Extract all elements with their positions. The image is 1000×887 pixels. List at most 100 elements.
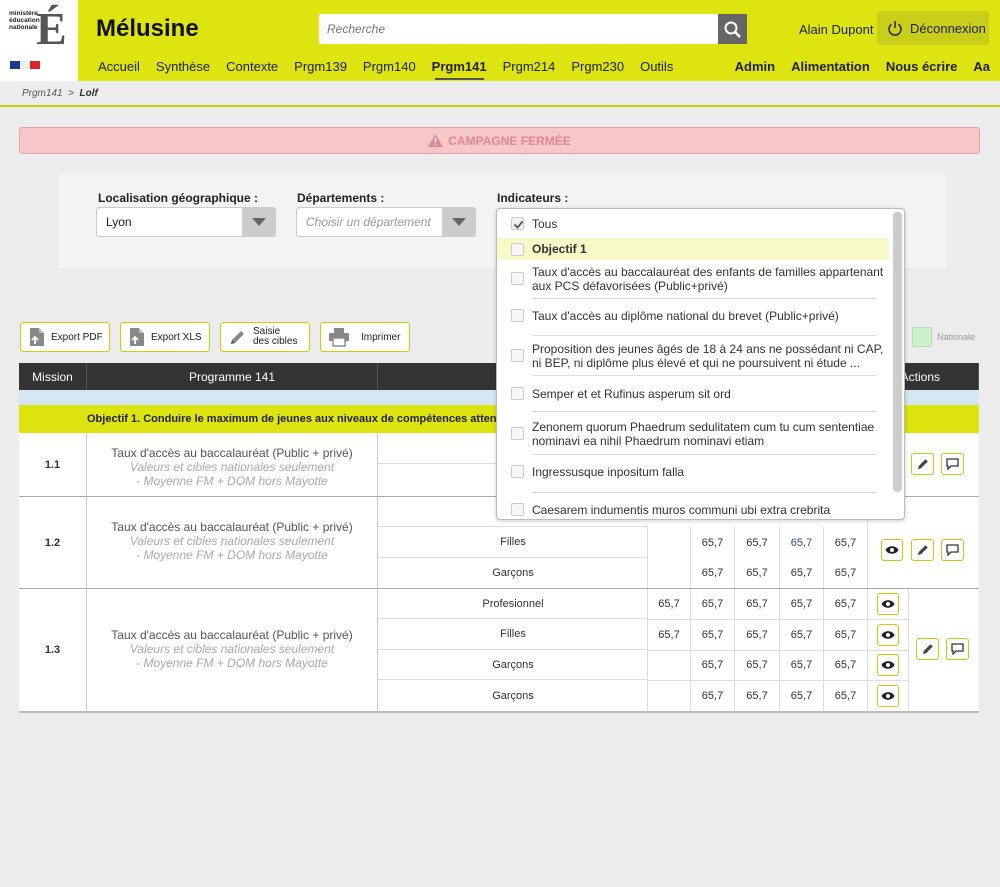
dropdown-option[interactable]: Zenonem quorum Phaedrum sedulitatem cum … — [497, 418, 889, 450]
value-cell: 65,7 — [746, 689, 768, 702]
nav-prgm139[interactable]: Prgm139 — [294, 59, 347, 80]
edit-button[interactable] — [911, 453, 934, 475]
search-icon — [724, 21, 741, 38]
value-cell: 65,7 — [790, 628, 813, 641]
dropdown-option[interactable]: Taux d'accès au diplôme national du brev… — [497, 305, 889, 327]
export-xls-button[interactable]: Export XLS — [120, 322, 210, 352]
checkbox-checked[interactable] — [511, 217, 524, 230]
divider — [867, 589, 868, 711]
nav-font-size[interactable]: Aa — [973, 59, 990, 74]
comment-button[interactable] — [941, 453, 964, 475]
pencil-icon — [231, 331, 244, 344]
printer-icon — [329, 328, 349, 347]
secondary-nav: Admin Alimentation Nous écrire Aa — [719, 59, 990, 74]
search-input[interactable] — [319, 14, 717, 44]
nav-prgm214[interactable]: Prgm214 — [503, 59, 556, 80]
row-id: 1.1 — [19, 433, 87, 496]
value-cell: 65,7 — [746, 598, 768, 610]
search-button[interactable] — [718, 14, 747, 44]
dropdown-option[interactable]: Taux d'accès au baccalauréat des enfants… — [497, 263, 889, 295]
warning-icon — [428, 134, 444, 147]
nav-synthese[interactable]: Synthèse — [156, 59, 210, 80]
eye-icon — [885, 546, 899, 554]
dropdown-option-tous[interactable]: Tous — [497, 213, 889, 235]
dropdown-option[interactable]: Caesarem indumentis muros communi ubi ex… — [497, 499, 889, 519]
divider — [532, 375, 877, 376]
value-cell: 65,7 — [790, 659, 813, 671]
value-cell: 65,7 — [746, 567, 768, 579]
nav-prgm230[interactable]: Prgm230 — [571, 59, 624, 80]
nav-admin[interactable]: Admin — [735, 59, 775, 74]
check-icon — [513, 220, 524, 229]
edit-button[interactable] — [916, 638, 939, 660]
view-button[interactable] — [877, 685, 899, 707]
ministry-logo[interactable]: ministère éducation nationale É — [0, 0, 78, 81]
nav-outils[interactable]: Outils — [640, 59, 673, 80]
logout-button[interactable]: Déconnexion — [877, 11, 989, 45]
divider — [532, 454, 877, 455]
pencil-icon — [922, 644, 933, 654]
divider — [908, 589, 909, 711]
value-cell: 65,7 — [746, 659, 768, 671]
value-cell: 65,7 — [701, 598, 724, 610]
indicator-desc: Taux d'accès au baccalauréat (Public + p… — [87, 589, 378, 711]
nav-alimentation[interactable]: Alimentation — [791, 59, 870, 74]
view-button[interactable] — [877, 654, 899, 676]
nav-nous-ecrire[interactable]: Nous écrire — [886, 59, 958, 74]
checkbox[interactable] — [511, 465, 524, 478]
option-label: Proposition des jeunes âgés de 18 à 24 a… — [532, 342, 884, 370]
comment-button[interactable] — [941, 539, 964, 561]
edit-button[interactable] — [911, 539, 934, 561]
indicators-dropdown[interactable]: Tous Objectif 1 Taux d'accès au baccalau… — [496, 208, 905, 520]
chevron-down-icon — [442, 208, 475, 236]
value-cell: 65,7 — [834, 689, 857, 702]
sub-label: Profesionnel — [378, 589, 648, 619]
checkbox[interactable] — [511, 349, 524, 362]
nav-prgm141[interactable]: Prgm141 — [432, 59, 487, 80]
departement-placeholder: Choisir un département — [306, 215, 431, 229]
export-pdf-button[interactable]: Export PDF — [20, 322, 110, 352]
view-button[interactable] — [881, 539, 903, 561]
logo-e-glyph: É — [36, 3, 67, 54]
departement-select[interactable]: Choisir un département — [296, 207, 476, 237]
option-label: Zenonem quorum Phaedrum sedulitatem cum … — [532, 420, 875, 448]
dropdown-scrollbar[interactable] — [893, 212, 902, 492]
value-cell: 65,7 — [834, 536, 857, 549]
checkbox[interactable] — [511, 309, 524, 322]
dropdown-group-objectif-1[interactable]: Objectif 1 — [497, 238, 889, 260]
logout-label: Déconnexion — [910, 20, 986, 36]
comment-button[interactable] — [946, 638, 969, 660]
value-cell: 65,7 — [790, 536, 813, 549]
value-cell: 65,7 — [746, 628, 768, 641]
indicator-desc: Taux d'accès au baccalauréat (Public + p… — [87, 433, 378, 496]
location-select[interactable]: Lyon — [96, 207, 276, 237]
divider — [647, 527, 648, 588]
saisie-cibles-button[interactable]: Saisie des cibles — [220, 322, 310, 352]
export-pdf-label: Export PDF — [51, 331, 103, 343]
checkbox[interactable] — [511, 243, 524, 256]
dropdown-option[interactable]: Semper et et Rufinus asperum sit ord — [497, 383, 889, 405]
print-button[interactable]: Imprimer — [320, 322, 410, 352]
nav-contexte[interactable]: Contexte — [226, 59, 278, 80]
checkbox[interactable] — [511, 503, 524, 516]
checkbox[interactable] — [511, 427, 524, 440]
nav-prgm140[interactable]: Prgm140 — [363, 59, 416, 80]
value-cell: 65,7 — [701, 659, 724, 671]
row-id: 1.3 — [19, 589, 87, 711]
view-button[interactable] — [877, 624, 899, 646]
option-label: Taux d'accès au diplôme national du brev… — [532, 309, 839, 323]
checkbox[interactable] — [511, 387, 524, 400]
app-header: ministère éducation nationale É Mélusine… — [0, 0, 1000, 81]
indicator-note: - Moyenne FM + DOM hors Mayotte — [136, 548, 328, 562]
dropdown-option[interactable]: Ingressusque inpositum falla — [497, 461, 889, 483]
french-flag-icon — [10, 58, 40, 73]
dropdown-option[interactable]: Proposition des jeunes âgés de 18 à 24 a… — [497, 340, 889, 372]
view-button[interactable] — [877, 593, 899, 615]
breadcrumb-parent[interactable]: Prgm141 — [22, 88, 63, 99]
checkbox[interactable] — [511, 272, 524, 285]
campaign-closed-alert: CAMPAGNE FERMÉE — [19, 127, 980, 154]
indicator-title: Taux d'accès au baccalauréat (Public + p… — [111, 628, 353, 642]
saisie-cibles-label: Saisie des cibles — [253, 326, 298, 347]
value-cell: 65,7 — [790, 598, 813, 610]
nav-accueil[interactable]: Accueil — [98, 59, 140, 80]
